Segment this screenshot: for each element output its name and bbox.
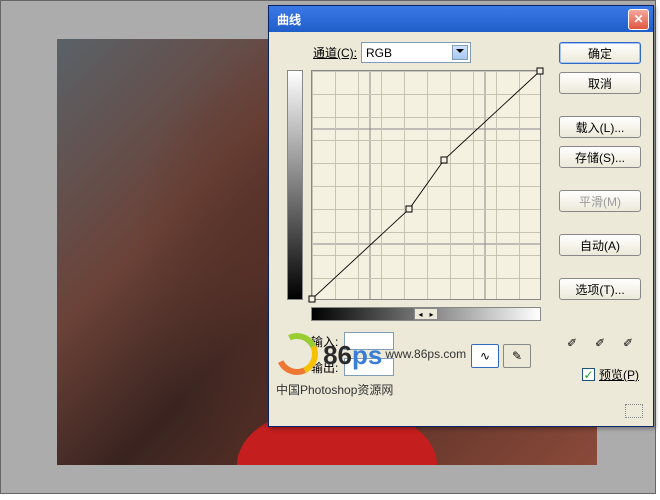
options-button[interactable]: 选项(T)... xyxy=(559,278,641,300)
titlebar[interactable]: 曲线 ✕ xyxy=(269,6,653,32)
white-point-eyedropper[interactable]: ✐ xyxy=(617,332,639,354)
app-canvas: 曲线 ✕ 通道(C): RGB xyxy=(0,0,656,494)
curve-line xyxy=(312,71,540,299)
auto-button[interactable]: 自动(A) xyxy=(559,234,641,256)
eyedropper-icon: ✐ xyxy=(567,336,577,350)
curve-handle[interactable] xyxy=(441,156,448,163)
cancel-button[interactable]: 取消 xyxy=(559,72,641,94)
curve-tool-buttons: ∿ ✎ xyxy=(471,344,531,368)
pencil-icon: ✎ xyxy=(512,349,522,363)
output-label: 输出: xyxy=(311,359,338,376)
eyedropper-group: ✐ ✐ ✐ xyxy=(561,332,639,354)
preview-label: 预览(P) xyxy=(599,366,639,383)
curves-graph[interactable] xyxy=(311,70,541,300)
output-field[interactable] xyxy=(344,358,394,376)
button-column: 确定 取消 载入(L)... 存储(S)... 平滑(M) 自动(A) 选项(T… xyxy=(559,42,641,300)
smooth-button[interactable]: 平滑(M) xyxy=(559,190,641,212)
save-button[interactable]: 存储(S)... xyxy=(559,146,641,168)
eyedropper-icon: ✐ xyxy=(623,336,633,350)
curve-handle[interactable] xyxy=(406,205,413,212)
preview-row: ✓ 预览(P) xyxy=(582,366,639,383)
resize-grip-icon[interactable] xyxy=(625,404,643,418)
eyedropper-icon: ✐ xyxy=(595,336,605,350)
close-icon: ✕ xyxy=(633,12,643,26)
input-field[interactable] xyxy=(344,332,394,350)
chevron-down-icon xyxy=(452,45,468,60)
input-row: 输入: xyxy=(311,332,394,350)
curves-dialog: 曲线 ✕ 通道(C): RGB xyxy=(268,5,654,427)
curve-tool-button[interactable]: ∿ xyxy=(471,344,499,368)
ok-button[interactable]: 确定 xyxy=(559,42,641,64)
input-gradient[interactable] xyxy=(311,307,541,321)
channel-select[interactable]: RGB xyxy=(361,42,471,63)
output-row: 输出: xyxy=(311,358,394,376)
curve-handle[interactable] xyxy=(537,68,544,75)
curve-icon: ∿ xyxy=(480,349,490,363)
dialog-body: 通道(C): RGB 输入: xyxy=(269,32,653,426)
channel-label: 通道(C): xyxy=(313,44,357,61)
channel-row: 通道(C): RGB xyxy=(313,42,471,63)
close-button[interactable]: ✕ xyxy=(628,9,649,30)
gray-point-eyedropper[interactable]: ✐ xyxy=(589,332,611,354)
input-label: 输入: xyxy=(311,333,338,350)
gradient-slider-thumb[interactable] xyxy=(414,308,438,320)
load-button[interactable]: 载入(L)... xyxy=(559,116,641,138)
output-gradient xyxy=(287,70,303,300)
pencil-tool-button[interactable]: ✎ xyxy=(503,344,531,368)
curve-handle[interactable] xyxy=(309,296,316,303)
preview-checkbox[interactable]: ✓ xyxy=(582,368,595,381)
black-point-eyedropper[interactable]: ✐ xyxy=(561,332,583,354)
channel-value: RGB xyxy=(366,46,392,60)
dialog-title: 曲线 xyxy=(273,11,628,28)
